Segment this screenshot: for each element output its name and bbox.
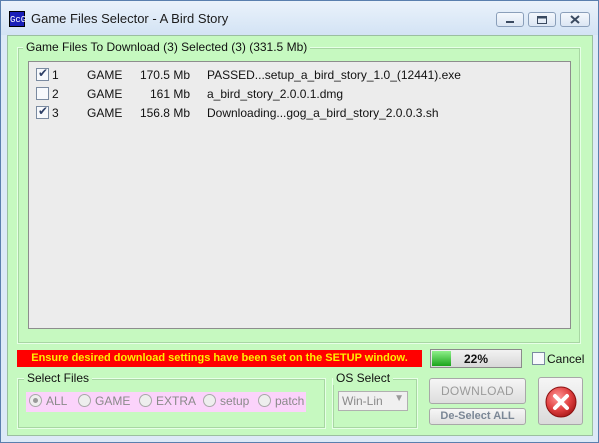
minimize-icon bbox=[506, 21, 514, 23]
minimize-button[interactable] bbox=[496, 12, 524, 27]
radio-patch[interactable]: patch bbox=[258, 394, 304, 408]
checkmark-icon: ✔ bbox=[38, 66, 49, 80]
settings-warning: Ensure desired download settings have be… bbox=[17, 350, 422, 367]
file-type: GAME bbox=[87, 87, 123, 101]
file-name: Downloading...gog_a_bird_story_2.0.0.3.s… bbox=[207, 106, 439, 120]
radio-icon bbox=[139, 394, 152, 407]
file-size: 161 Mb bbox=[149, 87, 190, 101]
files-group-label: Game Files To Download (3) Selected (3) … bbox=[23, 40, 311, 54]
restore-icon bbox=[537, 16, 547, 24]
maximize-button[interactable] bbox=[528, 12, 556, 27]
radio-setup[interactable]: setup bbox=[203, 394, 249, 408]
select-files-label: Select Files bbox=[24, 371, 93, 385]
file-size: 156.8 Mb bbox=[139, 106, 190, 120]
file-number: 2 bbox=[52, 87, 59, 101]
file-size: 170.5 Mb bbox=[139, 68, 190, 82]
file-type: GAME bbox=[87, 106, 123, 120]
close-icon bbox=[570, 15, 580, 24]
radio-icon bbox=[258, 394, 271, 407]
download-button[interactable]: DOWNLOAD bbox=[429, 378, 526, 404]
radio-selected-icon bbox=[29, 394, 42, 407]
radio-icon bbox=[203, 394, 216, 407]
file-number: 3 bbox=[52, 106, 59, 120]
file-row[interactable]: ✔ 3 GAME 156.8 Mb Downloading...gog_a_bi… bbox=[29, 103, 569, 122]
file-number: 1 bbox=[52, 68, 59, 82]
file-checkbox[interactable]: ✔ bbox=[36, 104, 49, 119]
checkmark-icon: ✔ bbox=[38, 104, 49, 118]
os-select-dropdown[interactable]: Win-Lin ▼ bbox=[338, 391, 408, 411]
app-icon: GcG bbox=[9, 11, 26, 27]
chevron-down-icon: ▼ bbox=[394, 393, 404, 404]
file-row[interactable]: 2 GAME 161 Mb a_bird_story_2.0.0.1.dmg bbox=[29, 84, 569, 103]
file-name: a_bird_story_2.0.0.1.dmg bbox=[207, 87, 344, 101]
file-type: GAME bbox=[87, 68, 123, 82]
progress-percent: 22% bbox=[463, 352, 489, 366]
radio-game[interactable]: GAME bbox=[78, 394, 130, 408]
file-checkbox[interactable]: ✔ bbox=[36, 66, 49, 81]
exit-icon bbox=[545, 386, 577, 418]
file-row[interactable]: ✔ 1 GAME 170.5 Mb PASSED...setup_a_bird_… bbox=[29, 65, 569, 84]
exit-button[interactable] bbox=[538, 377, 583, 425]
file-name: PASSED...setup_a_bird_story_1.0_(12441).… bbox=[207, 68, 461, 82]
title-bar[interactable]: GcG Game Files Selector - A Bird Story bbox=[1, 1, 598, 35]
window-title: Game Files Selector - A Bird Story bbox=[31, 11, 229, 26]
radio-extra[interactable]: EXTRA bbox=[139, 394, 196, 408]
os-select-value: Win-Lin bbox=[342, 394, 383, 408]
os-select-label: OS Select bbox=[333, 371, 394, 385]
cancel-checkbox[interactable] bbox=[532, 352, 545, 365]
close-button[interactable] bbox=[560, 12, 590, 27]
download-progress-bar: 22% bbox=[430, 349, 522, 368]
app-window: GcG Game Files Selector - A Bird Story G… bbox=[0, 0, 599, 443]
files-list[interactable]: ✔ 1 GAME 170.5 Mb PASSED...setup_a_bird_… bbox=[28, 61, 571, 329]
radio-all[interactable]: ALL bbox=[29, 394, 67, 408]
cancel-label: Cancel bbox=[547, 352, 585, 366]
deselect-all-button[interactable]: De-Select ALL bbox=[429, 408, 526, 425]
radio-icon bbox=[78, 394, 91, 407]
file-checkbox[interactable] bbox=[36, 87, 49, 100]
